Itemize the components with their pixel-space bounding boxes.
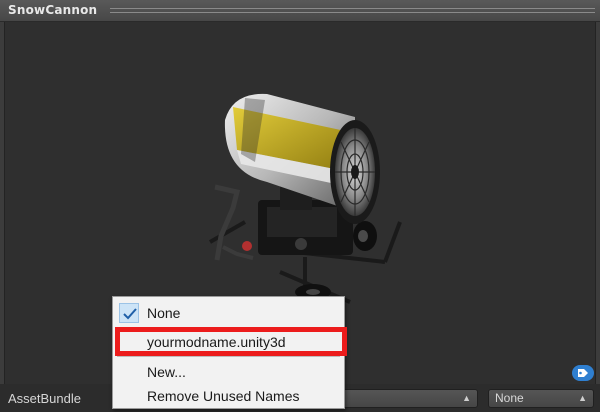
object-name: SnowCannon [8,3,98,17]
inspector-header: SnowCannon [0,0,600,22]
tag-icon [578,369,588,377]
menu-item-new[interactable]: New... [113,360,344,384]
menu-item-label: Remove Unused Names [147,388,300,404]
dropdown-arrow-icon: ▲︎ [462,393,471,403]
assetbundle-variant-dropdown[interactable]: None ▲︎ [488,389,594,408]
variant-value: None [495,391,524,405]
menu-divider [117,356,340,357]
dropdown-arrow-icon: ▲︎ [578,393,587,403]
menu-item-label: New... [147,364,186,380]
menu-item-remove-unused[interactable]: Remove Unused Names [113,384,344,408]
assetbundle-name-dropdown[interactable]: ▲︎ [330,389,478,408]
header-divider [110,8,595,13]
menu-item-label: None [147,305,181,321]
menu-item-none[interactable]: None [113,301,344,325]
highlight-annotation [115,327,347,356]
asset-label-button[interactable] [572,365,594,381]
checkmark-icon [119,303,139,323]
assetbundle-label: AssetBundle [8,391,81,406]
